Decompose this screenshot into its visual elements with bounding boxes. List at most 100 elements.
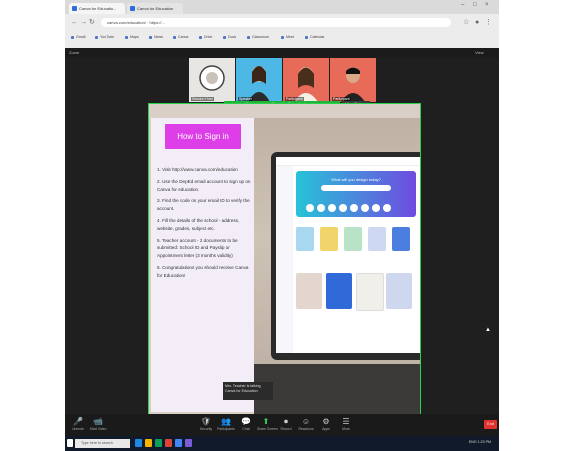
- hero-category-icons: [306, 199, 406, 212]
- browser-tab-1[interactable]: Canva for Educatio...: [69, 3, 125, 14]
- browser-tab-2[interactable]: Canva for Education: [127, 3, 183, 14]
- chat-icon: 💬: [241, 417, 251, 426]
- system-tray[interactable]: ENG 1:23 PM: [469, 440, 491, 444]
- microphone-icon: 🎤: [73, 417, 83, 426]
- reactions-icon: ☺: [301, 417, 311, 426]
- toolbar-label: Security: [199, 427, 213, 431]
- template-card-row: [296, 227, 416, 257]
- taskbar-app-icon[interactable]: [185, 439, 192, 447]
- participant-thumbnail[interactable]: Participant: [283, 58, 329, 102]
- taskbar-app-icon[interactable]: [135, 439, 142, 447]
- toolbar-label: Record: [280, 427, 292, 431]
- step-item: 3. Find the code on your email ID to ver…: [157, 198, 250, 212]
- tab-favicon-icon: [130, 6, 135, 11]
- mute-button[interactable]: 🎤 Unmute: [69, 417, 87, 431]
- toolbar-label: Reactions: [298, 427, 314, 431]
- person-avatar-icon: [248, 66, 270, 102]
- template-card: [392, 227, 410, 251]
- slide-title: How to Sign in: [165, 124, 241, 149]
- more-icon: ☰: [342, 417, 350, 426]
- step-item: 5. Teacher account - 2 documents to be s…: [157, 237, 238, 259]
- bookmark-item[interactable]: Meet: [281, 35, 294, 39]
- url-bar[interactable]: canva.com/education/ · https://...: [101, 18, 451, 27]
- bookmark-item[interactable]: News: [149, 35, 163, 39]
- step-item: 2. Use the DepEd email account to sign u…: [157, 178, 251, 192]
- taskbar-app-icon[interactable]: [165, 439, 172, 447]
- category-icon: [317, 204, 325, 212]
- record-button[interactable]: ⏺ Record: [277, 417, 295, 431]
- category-icon: [383, 204, 391, 212]
- design-thumbnail: [296, 273, 322, 309]
- participant-thumbnail[interactable]: Speaker: [236, 58, 282, 102]
- template-card: [344, 227, 362, 251]
- bookmark-item[interactable]: Drive: [199, 35, 212, 39]
- reload-icon[interactable]: ↻: [89, 17, 95, 28]
- bookmark-item[interactable]: Docs: [223, 35, 236, 39]
- participant-thumbnail[interactable]: Participant: [330, 58, 376, 102]
- speaker-caption: Mrs. Teacher is talking Canva for Educat…: [223, 382, 273, 400]
- star-icon[interactable]: ☆: [463, 17, 469, 28]
- security-button[interactable]: 🛡 Security: [197, 417, 215, 431]
- menu-icon[interactable]: ⋮: [485, 17, 492, 28]
- back-icon[interactable]: ←: [71, 17, 78, 28]
- tab-favicon-icon: [72, 6, 77, 11]
- view-button[interactable]: View: [475, 50, 484, 55]
- taskbar-app-icon[interactable]: [155, 439, 162, 447]
- hero-title: What will you design today?: [331, 177, 381, 182]
- template-card: [296, 227, 314, 251]
- category-icon: [328, 204, 336, 212]
- maximize-icon[interactable]: □: [473, 2, 477, 8]
- category-icon: [372, 204, 380, 212]
- bookmark-item[interactable]: Calendar: [305, 35, 325, 39]
- taskbar-search-input[interactable]: Type here to search: [75, 439, 130, 448]
- canva-hero-banner: What will you design today?: [296, 171, 416, 217]
- bookmark-item[interactable]: Maps: [125, 35, 139, 39]
- bookmark-item[interactable]: Classroom: [247, 35, 269, 39]
- shield-icon: 🛡: [200, 417, 212, 426]
- hero-search-input: [321, 185, 391, 191]
- participant-thumbnail[interactable]: Session Host: [189, 58, 235, 102]
- category-icon: [306, 204, 314, 212]
- chat-button[interactable]: 💬 Chat: [237, 417, 255, 431]
- end-meeting-button[interactable]: End: [484, 420, 497, 429]
- toolbar-label: Share Screen: [257, 427, 278, 431]
- reactions-button[interactable]: ☺ Reactions: [297, 417, 315, 431]
- more-button[interactable]: ☰ More: [337, 417, 355, 431]
- mouse-cursor-icon: ▲: [485, 327, 491, 333]
- laptop-keyboard: [254, 364, 420, 414]
- steps-list: 1. Visit http://www.canva.com/education …: [157, 166, 251, 284]
- forward-icon[interactable]: →: [80, 17, 87, 28]
- toolbar-label: Start Video: [89, 427, 107, 431]
- participants-button[interactable]: 👥 Participants: [217, 417, 235, 431]
- apps-button[interactable]: ⚙ Apps: [317, 417, 335, 431]
- tab-label: Canva for Educatio...: [79, 6, 117, 11]
- category-icon: [339, 204, 347, 212]
- canva-sidebar: [276, 166, 293, 353]
- bookmark-item[interactable]: YouTube: [95, 35, 114, 39]
- taskbar-app-icon[interactable]: [145, 439, 152, 447]
- toolbar-label: Chat: [242, 427, 250, 431]
- step-item: 6. Congratulations you should receive Ca…: [157, 264, 249, 278]
- share-screen-button[interactable]: ⬆ Share Screen: [257, 417, 278, 431]
- shared-screen: How to Sign in 1. Visit http://www.canva…: [148, 103, 421, 415]
- bookmark-item[interactable]: Canva: [173, 35, 188, 39]
- zoom-toolbar: 🎤 Unmute 📹 Start Video 🛡 Security 👥 Particip…: [65, 414, 499, 436]
- design-thumbnail: [326, 273, 352, 309]
- video-button[interactable]: 📹 Start Video: [89, 417, 107, 431]
- bookmarks-bar: Gmail YouTube Maps News Canva Drive Docs…: [65, 33, 499, 45]
- design-thumbnail: [386, 273, 412, 309]
- template-card: [320, 227, 338, 251]
- recent-designs-row: [296, 273, 416, 323]
- close-icon[interactable]: ×: [485, 2, 489, 8]
- school-logo-icon: [199, 65, 225, 91]
- person-avatar-icon: [294, 67, 318, 102]
- bookmark-item[interactable]: Gmail: [71, 35, 85, 39]
- windows-start-icon[interactable]: [67, 439, 73, 447]
- minimize-icon[interactable]: –: [461, 2, 464, 8]
- step-item: 4. Fill the details of the school - addr…: [157, 217, 240, 231]
- browser-chrome: Canva for Educatio... Canva for Educatio…: [65, 0, 499, 48]
- profile-icon[interactable]: ●: [475, 17, 479, 28]
- category-icon: [350, 204, 358, 212]
- toolbar-label: Apps: [322, 427, 330, 431]
- taskbar-app-icon[interactable]: [175, 439, 182, 447]
